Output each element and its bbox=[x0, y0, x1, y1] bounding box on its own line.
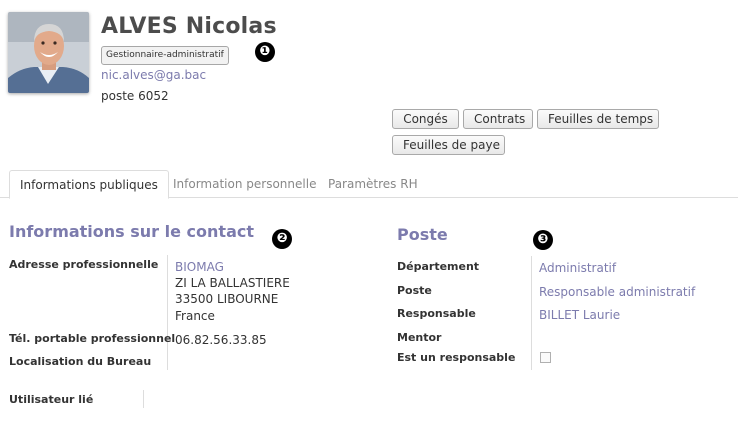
job-label: Poste bbox=[397, 284, 432, 297]
employee-email[interactable]: nic.alves@ga.bac bbox=[101, 68, 206, 82]
employee-photo bbox=[8, 12, 89, 93]
department-link[interactable]: Administratif bbox=[539, 261, 616, 275]
is-manager-checkbox[interactable] bbox=[540, 352, 551, 363]
tab-information-personnelle[interactable]: Information personnelle bbox=[163, 170, 326, 198]
is-manager-label: Est un responsable bbox=[397, 351, 516, 364]
linked-user-divider bbox=[143, 390, 144, 408]
contrats-button[interactable]: Contrats bbox=[463, 109, 533, 129]
tab-parametres-rh[interactable]: Paramètres RH bbox=[318, 170, 428, 198]
mobile-label: Tél. portable professionnel bbox=[9, 332, 176, 345]
address-city: 33500 LIBOURNE bbox=[175, 292, 279, 306]
feuilles-de-paye-button[interactable]: Feuilles de paye bbox=[392, 135, 505, 155]
linked-user-label: Utilisateur lié bbox=[9, 393, 94, 406]
avatar[interactable] bbox=[8, 12, 89, 93]
poste-section-title: Poste bbox=[397, 225, 448, 244]
employee-name: ALVES Nicolas bbox=[101, 14, 277, 39]
mentor-label: Mentor bbox=[397, 331, 442, 344]
job-link[interactable]: Responsable administratif bbox=[539, 285, 695, 299]
annotation-badge-3: ❸ bbox=[533, 230, 553, 250]
manager-label: Responsable bbox=[397, 307, 476, 320]
contact-section-title: Informations sur le contact bbox=[9, 222, 254, 241]
manager-link[interactable]: BILLET Laurie bbox=[539, 308, 620, 322]
contact-field-divider bbox=[167, 255, 168, 370]
office-location-label: Localisation du Bureau bbox=[9, 355, 152, 368]
mobile-value[interactable]: 06.82.56.33.85 bbox=[175, 333, 267, 347]
address-label: Adresse professionnelle bbox=[9, 258, 159, 271]
tab-informations-publiques[interactable]: Informations publiques bbox=[9, 170, 169, 199]
employee-phone-extension: poste 6052 bbox=[101, 89, 169, 103]
department-label: Département bbox=[397, 260, 480, 273]
job-tag[interactable]: Gestionnaire-administratif bbox=[101, 46, 229, 65]
poste-field-divider bbox=[531, 256, 532, 370]
address-company-link[interactable]: BIOMAG bbox=[175, 260, 224, 274]
conges-button[interactable]: Congés bbox=[392, 109, 459, 129]
feuilles-de-temps-button[interactable]: Feuilles de temps bbox=[537, 109, 659, 129]
address-street: ZI LA BALLASTIERE bbox=[175, 276, 290, 290]
annotation-badge-2: ❷ bbox=[272, 229, 292, 249]
address-country: France bbox=[175, 309, 215, 323]
annotation-badge-1: ❶ bbox=[255, 42, 275, 62]
